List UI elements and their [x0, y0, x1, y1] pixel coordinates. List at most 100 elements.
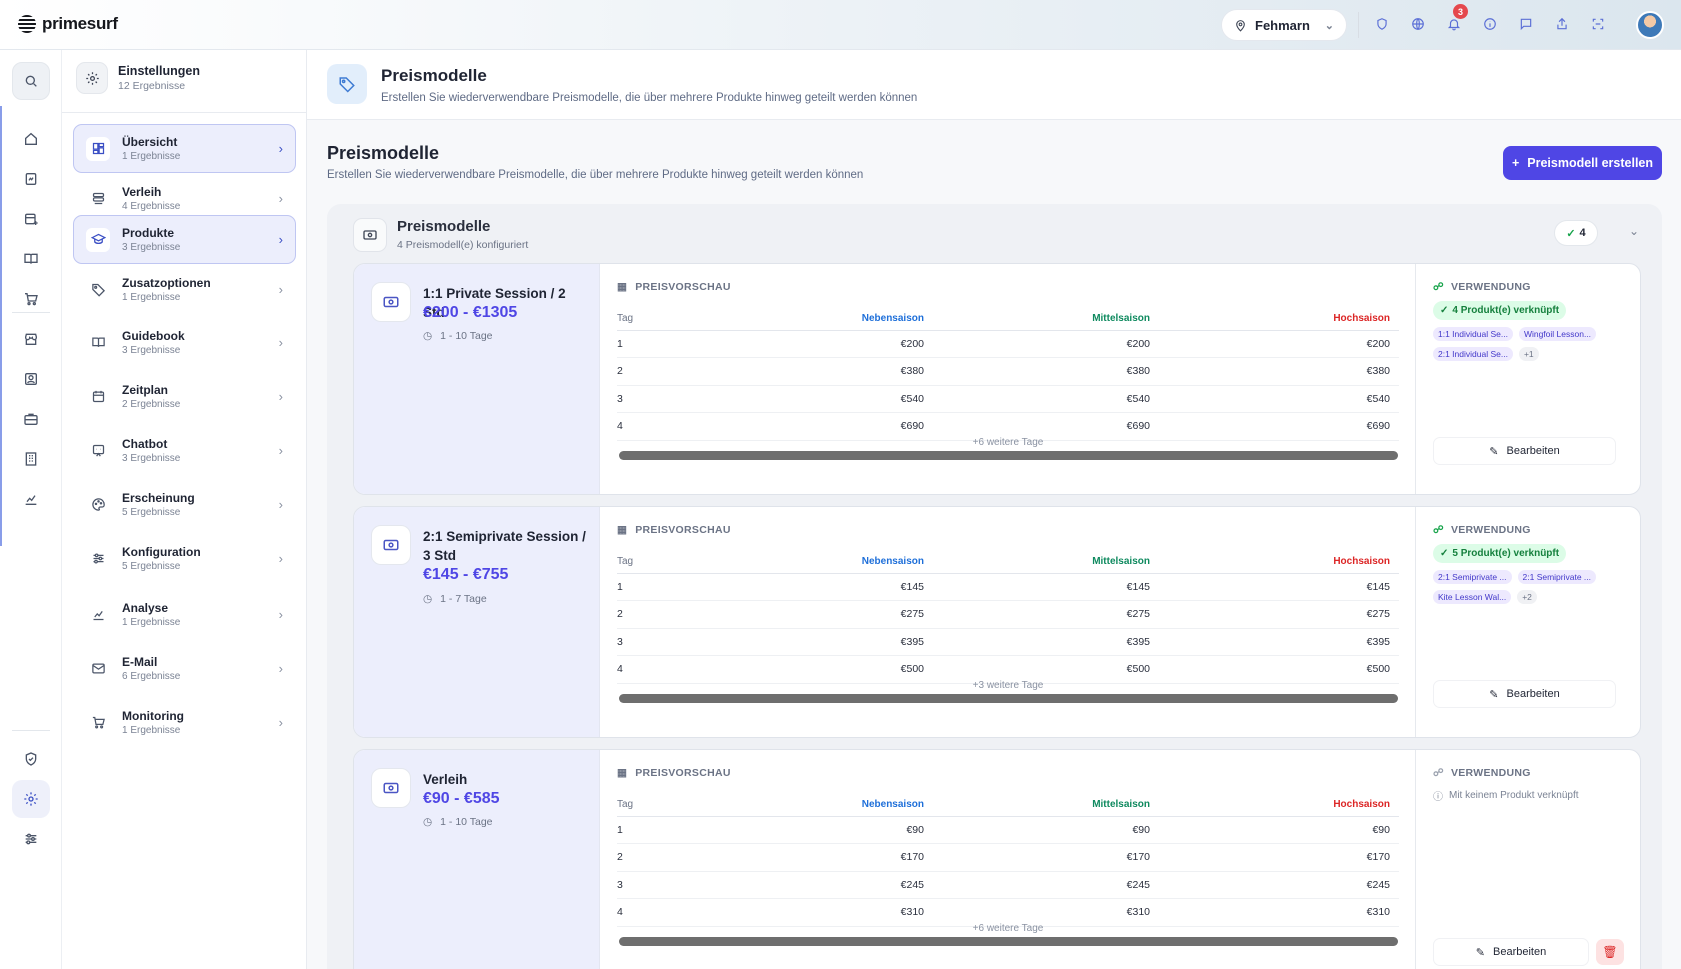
settings-item-zeitplan[interactable]: Zeitplan 2 Ergebnisse ›: [73, 372, 296, 421]
chevron-right-icon: ›: [278, 191, 283, 206]
chart-icon[interactable]: [12, 480, 50, 518]
money-icon: [353, 218, 387, 252]
cell-day: 3: [617, 628, 695, 656]
product-chip[interactable]: Wingfoil Lesson...: [1518, 327, 1597, 341]
day-range-label: 1 - 10 Tage: [440, 816, 493, 828]
usage-label: VERWENDUNG: [1450, 281, 1531, 293]
create-pricing-model-button[interactable]: + Preismodell erstellen: [1503, 146, 1662, 180]
group-subtitle: 4 Preismodell(e) konfiguriert: [397, 239, 529, 251]
cell-day: 2: [617, 600, 695, 629]
bell-icon[interactable]: 3: [1442, 4, 1468, 36]
settings-item-guidebook[interactable]: Guidebook 3 Ergebnisse ›: [73, 318, 296, 367]
check-circle-icon: ✓: [1440, 548, 1449, 559]
edit-button[interactable]: ✎ Bearbeiten: [1433, 437, 1616, 465]
settings-item-email[interactable]: E-Mail 6 Ergebnisse ›: [73, 644, 296, 693]
search-icon[interactable]: [12, 62, 50, 100]
plus-icon: +: [1511, 156, 1520, 170]
link-icon: ☍: [1433, 524, 1444, 536]
user-avatar[interactable]: [1636, 11, 1664, 39]
table-row: 2 €380 €380 €380: [617, 357, 1399, 386]
product-chip[interactable]: Kite Lesson Wal...: [1433, 590, 1512, 604]
money-icon: [371, 525, 411, 565]
product-chips: 1:1 Individual Se... Wingfoil Lesson... …: [1433, 327, 1633, 361]
table-row: 4 €500 €500 €500: [617, 655, 1399, 684]
chevron-down-icon[interactable]: ⌄: [1629, 224, 1639, 238]
settings-item-chatbot[interactable]: Chatbot 3 Ergebnisse ›: [73, 426, 296, 475]
share-icon[interactable]: [1550, 12, 1574, 36]
more-products-chip[interactable]: +2: [1517, 590, 1537, 604]
product-chip[interactable]: 2:1 Semiprivate ...: [1517, 570, 1597, 584]
product-chip[interactable]: 2:1 Semiprivate ...: [1433, 570, 1512, 584]
horizontal-scrollbar[interactable]: [619, 937, 1398, 946]
briefcase-icon[interactable]: [12, 400, 50, 438]
item-label: Erscheinung: [122, 491, 195, 505]
cell-mid: €275: [933, 600, 1159, 629]
app-logo[interactable]: primesurf: [18, 14, 118, 34]
cell-high: €170: [1159, 843, 1399, 872]
chevron-right-icon: ›: [278, 497, 283, 512]
product-chip[interactable]: 2:1 Individual Se...: [1433, 347, 1513, 361]
settings-item-produkte[interactable]: Produkte 3 Ergebnisse ›: [73, 215, 296, 264]
graduation-cap-icon: [86, 227, 110, 252]
globe-icon[interactable]: [1406, 12, 1430, 36]
shield-check-icon[interactable]: [1370, 12, 1394, 36]
table-row: 1 €145 €145 €145: [617, 573, 1399, 601]
notification-badge: 3: [1453, 4, 1468, 19]
sliders-icon[interactable]: [12, 820, 50, 858]
delete-button[interactable]: 🗑: [1596, 939, 1624, 965]
top-bar: primesurf Fehmarn ⌄ 3: [0, 0, 1681, 50]
cell-day: 3: [617, 385, 695, 413]
settings-item-monitoring[interactable]: Monitoring 1 Ergebnisse ›: [73, 698, 296, 747]
book-icon[interactable]: [12, 240, 50, 278]
chevron-right-icon: ›: [278, 715, 283, 730]
building-icon[interactable]: [12, 440, 50, 478]
model-count: 4: [1579, 227, 1586, 239]
settings-item-uebersicht[interactable]: Übersicht 1 Ergebnisse ›: [73, 124, 296, 173]
group-title: Preismodelle: [397, 218, 491, 235]
cell-high: €275: [1159, 600, 1399, 629]
col-low-season: Nebensaison: [695, 794, 933, 817]
day-range: ◷ 1 - 10 Tage: [423, 330, 493, 342]
linked-products-badge: ✓ 4 Produkt(e) verknüpft: [1433, 301, 1567, 320]
usage-header: ☍ VERWENDUNG: [1433, 281, 1531, 293]
contact-card-icon[interactable]: [12, 360, 50, 398]
preview-label: PREISVORSCHAU: [635, 281, 731, 293]
cart-icon: [86, 711, 110, 735]
info-icon[interactable]: [1478, 12, 1502, 36]
cell-mid: €170: [933, 843, 1159, 872]
calendar-plus-icon[interactable]: [12, 200, 50, 238]
cell-low: €170: [695, 843, 933, 872]
preview-header: ▦ PREISVORSCHAU: [617, 767, 731, 779]
edit-button[interactable]: ✎ Bearbeiten: [1433, 938, 1589, 966]
link-icon: ☍: [1433, 281, 1444, 293]
cell-high: €310: [1159, 898, 1399, 927]
invoice-icon[interactable]: [12, 160, 50, 198]
product-chip[interactable]: 1:1 Individual Se...: [1433, 327, 1513, 341]
table-row: 2 €170 €170 €170: [617, 843, 1399, 872]
home-icon[interactable]: [12, 120, 50, 158]
settings-item-konfiguration[interactable]: Konfiguration 5 Ergebnisse ›: [73, 534, 296, 583]
scan-icon[interactable]: [1586, 12, 1610, 36]
pricing-card: Verleih €90 - €585 ◷ 1 - 10 Tage ▦ PREISVO…: [353, 749, 1641, 969]
chat-icon[interactable]: [1514, 12, 1538, 36]
cell-mid: €395: [933, 628, 1159, 656]
horizontal-scrollbar[interactable]: [619, 451, 1398, 460]
settings-item-erscheinung[interactable]: Erscheinung 5 Ergebnisse ›: [73, 480, 296, 529]
preview-label: PREISVORSCHAU: [635, 524, 731, 536]
chevron-right-icon: ›: [278, 232, 283, 247]
edit-button[interactable]: ✎ Bearbeiten: [1433, 680, 1616, 708]
shield-check-icon[interactable]: [12, 740, 50, 778]
product-chips: 2:1 Semiprivate ... 2:1 Semiprivate ... …: [1433, 570, 1633, 604]
cell-low: €540: [695, 385, 933, 413]
horizontal-scrollbar[interactable]: [619, 694, 1398, 703]
cell-day: 1: [617, 573, 695, 601]
usage-label: VERWENDUNG: [1450, 524, 1531, 536]
settings-item-zusatzoptionen[interactable]: Zusatzoptionen 1 Ergebnisse ›: [73, 265, 296, 314]
section-title: Preismodelle: [327, 143, 440, 163]
settings-item-analyse[interactable]: Analyse 1 Ergebnisse ›: [73, 590, 296, 639]
table-header-row: Tag Nebensaison Mittelsaison Hochsaison: [617, 551, 1399, 574]
more-products-chip[interactable]: +1: [1518, 347, 1539, 361]
store-icon[interactable]: [12, 320, 50, 358]
location-selector[interactable]: Fehmarn ⌄: [1221, 9, 1347, 41]
gear-icon[interactable]: [12, 780, 50, 818]
